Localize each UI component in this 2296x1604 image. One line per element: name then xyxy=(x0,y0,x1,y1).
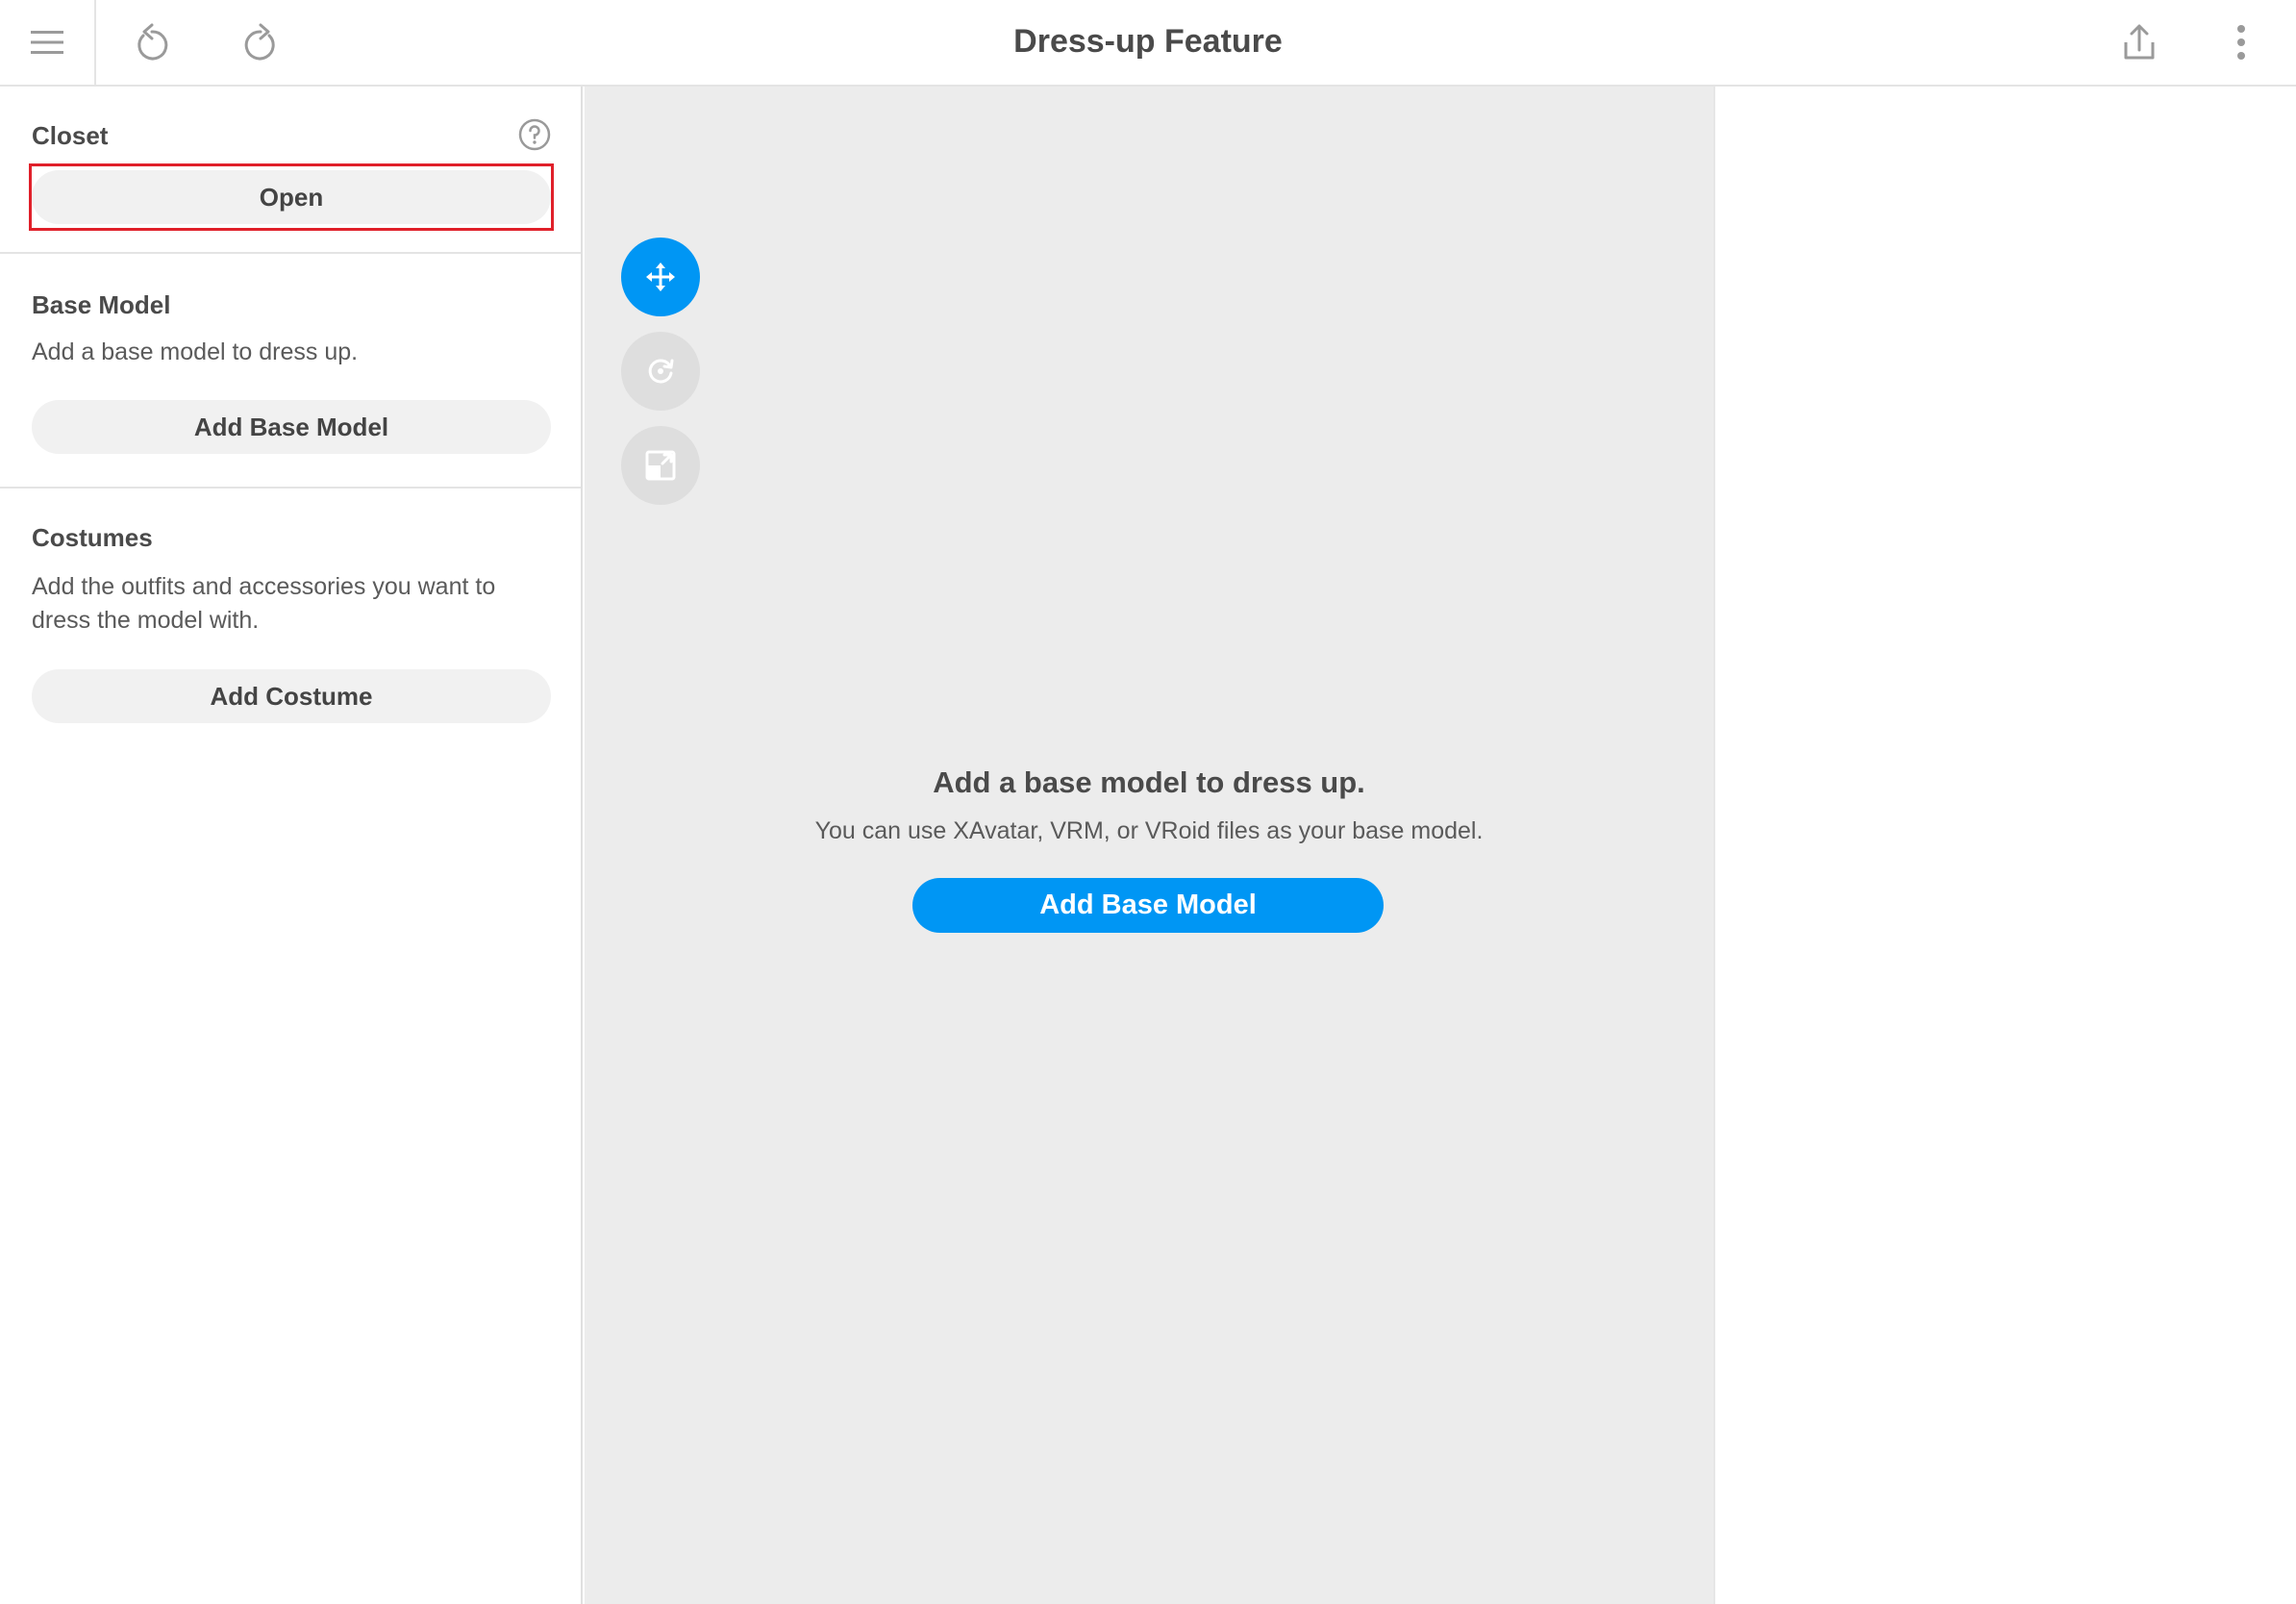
model-viewport[interactable]: Add a base model to dress up. You can us… xyxy=(585,87,1713,1604)
open-closet-button[interactable]: Open xyxy=(32,170,551,224)
base-model-title: Base Model xyxy=(32,290,171,319)
help-circle-icon[interactable] xyxy=(517,117,552,152)
add-base-model-primary-button[interactable]: Add Base Model xyxy=(912,878,1384,933)
base-model-description: Add a base model to dress up. xyxy=(32,338,359,365)
move-icon xyxy=(646,263,675,291)
more-vertical-icon xyxy=(2237,25,2245,60)
top-bar: Dress-up Feature xyxy=(0,0,2296,87)
costumes-title: Costumes xyxy=(32,523,153,552)
closet-section: Closet Open xyxy=(0,87,581,254)
rotate-tool-button[interactable] xyxy=(621,332,700,411)
sidebar: Closet Open Base Model Add a base model … xyxy=(0,87,583,1604)
hamburger-icon xyxy=(31,31,63,54)
menu-button[interactable] xyxy=(0,0,96,85)
app-root: Dress-up Feature Closet Open Base Model … xyxy=(0,0,2296,1604)
undo-icon xyxy=(137,23,168,61)
rotate-icon xyxy=(648,359,674,384)
scale-tool-button[interactable] xyxy=(621,426,700,505)
undo-button[interactable] xyxy=(109,0,195,85)
move-tool-button[interactable] xyxy=(621,238,700,316)
properties-panel xyxy=(1713,87,2296,1604)
scale-icon xyxy=(645,450,676,481)
redo-button[interactable] xyxy=(217,0,304,85)
empty-state-subtitle: You can use XAvatar, VRM, or VRoid files… xyxy=(814,817,1484,844)
more-options-button[interactable] xyxy=(2198,0,2284,85)
add-costume-button[interactable]: Add Costume xyxy=(32,669,551,723)
share-button[interactable] xyxy=(2096,0,2183,85)
redo-icon xyxy=(244,23,275,61)
share-icon xyxy=(2124,24,2155,60)
empty-state-title: Add a base model to dress up. xyxy=(933,765,1365,799)
page-title: Dress-up Feature xyxy=(1013,22,1283,60)
base-model-section: Base Model Add a base model to dress up.… xyxy=(0,254,581,489)
costumes-description: Add the outfits and accessories you want… xyxy=(32,573,496,634)
add-base-model-button[interactable]: Add Base Model xyxy=(32,400,551,454)
closet-title: Closet xyxy=(32,121,109,150)
